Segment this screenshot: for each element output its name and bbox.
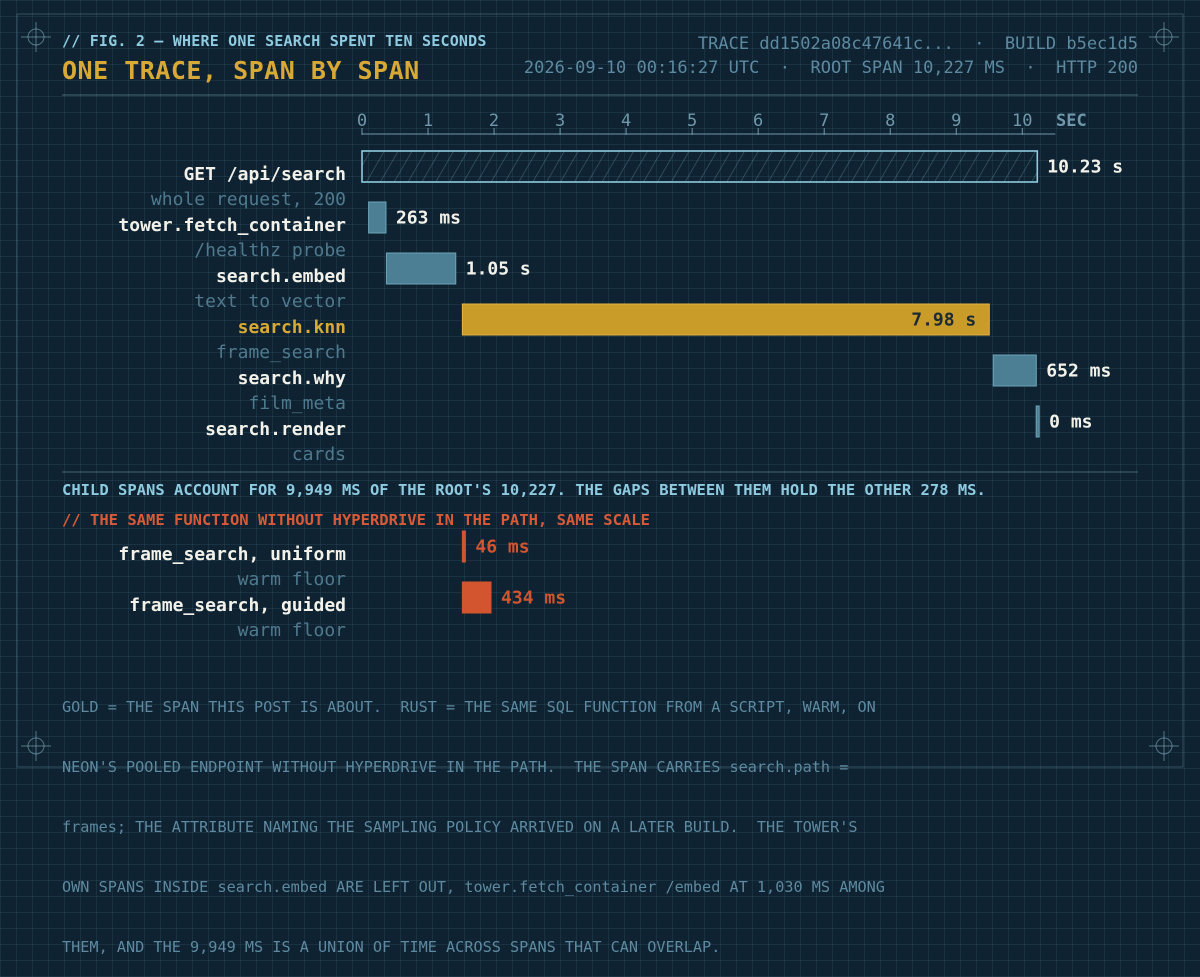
x-tick-label: 4 <box>621 111 631 131</box>
span-sub-label: cards <box>292 444 346 465</box>
span-name-label: search.why <box>238 368 347 389</box>
x-tick-label: 7 <box>819 111 829 131</box>
span-duration-label: 10.23 s <box>1047 157 1123 178</box>
span-duration-label: 46 ms <box>475 537 529 558</box>
span-name-label: frame_search, guided <box>129 595 346 616</box>
span-bar <box>1035 405 1040 438</box>
x-tick-label: 10 <box>1012 111 1032 131</box>
span-sub-label: warm floor <box>238 569 347 590</box>
span-name-label: GET /api/search <box>183 164 346 185</box>
span-sub-label: warm floor <box>238 620 347 641</box>
span-sub-label: film_meta <box>248 393 346 414</box>
comparison-heading: // THE SAME FUNCTION WITHOUT HYPERDRIVE … <box>62 511 650 529</box>
x-tick-label: 2 <box>489 111 499 131</box>
span-bar <box>368 201 387 234</box>
span-bar <box>461 303 990 336</box>
span-bar <box>385 252 457 285</box>
span-bar <box>461 581 492 614</box>
x-tick-label: 6 <box>753 111 763 131</box>
footnote-line: OWN SPANS INSIDE search.embed ARE LEFT O… <box>62 878 885 896</box>
footnote-line: frames; THE ATTRIBUTE NAMING THE SAMPLIN… <box>62 818 858 836</box>
span-bar <box>461 530 466 563</box>
span-sub-label: whole request, 200 <box>151 189 346 210</box>
footnote-line: NEON'S POOLED ENDPOINT WITHOUT HYPERDRIV… <box>62 758 849 776</box>
span-duration-label: 434 ms <box>501 588 566 609</box>
span-bar <box>992 354 1037 387</box>
x-tick-label: 3 <box>555 111 565 131</box>
span-duration-label: 1.05 s <box>466 259 531 280</box>
span-name-label: search.render <box>205 419 346 440</box>
span-sub-label: text to vector <box>194 291 346 312</box>
footnote-line: THEM, AND THE 9,949 MS IS A UNION OF TIM… <box>62 938 721 956</box>
span-duration-label: 7.98 s <box>911 310 976 331</box>
span-name-label: search.knn <box>238 317 346 338</box>
x-tick-label: 0 <box>357 111 367 131</box>
span-name-label: frame_search, uniform <box>118 544 346 565</box>
x-tick-label: 8 <box>885 111 895 131</box>
span-duration-label: 0 ms <box>1049 412 1092 433</box>
span-name-label: search.embed <box>216 266 346 287</box>
footnote-line: GOLD = THE SPAN THIS POST IS ABOUT. RUST… <box>62 698 876 716</box>
summary-text: CHILD SPANS ACCOUNT FOR 9,949 MS OF THE … <box>62 481 986 499</box>
span-sub-label: /healthz probe <box>194 240 346 261</box>
span-sub-label: frame_search <box>216 342 346 363</box>
span-duration-label: 652 ms <box>1046 361 1111 382</box>
span-bar <box>361 150 1039 183</box>
x-axis-label: SEC <box>1056 111 1087 131</box>
footnote: GOLD = THE SPAN THIS POST IS ABOUT. RUST… <box>62 657 1062 977</box>
x-tick-label: 5 <box>687 111 697 131</box>
span-name-label: tower.fetch_container <box>118 215 346 236</box>
span-duration-label: 263 ms <box>396 208 461 229</box>
x-tick-label: 1 <box>423 111 433 131</box>
x-tick-label: 9 <box>951 111 961 131</box>
